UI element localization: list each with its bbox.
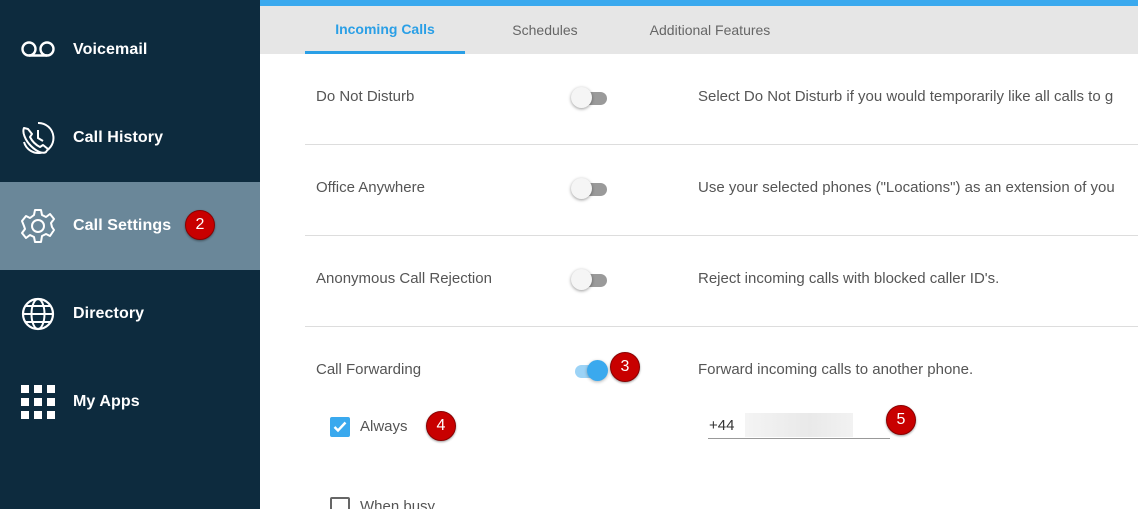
setting-description: Select Do Not Disturb if you would tempo… [698, 88, 1114, 105]
tab-additional-features[interactable]: Additional Features [630, 6, 790, 54]
setting-label: Anonymous Call Rejection [316, 270, 492, 287]
sidebar-item-directory[interactable]: Directory [0, 270, 260, 358]
always-checkbox[interactable] [330, 417, 350, 437]
sidebar-item-label: Voicemail [73, 41, 148, 58]
sidebar-item-my-apps[interactable]: My Apps [0, 358, 260, 446]
sidebar: Voicemail Call History Call Settings 2 D… [0, 0, 260, 509]
step-badge: 5 [886, 405, 916, 435]
setting-row-anonymous-call-rejection: Anonymous Call Rejection Reject incoming… [305, 236, 1138, 327]
call-history-icon [20, 120, 56, 156]
sidebar-item-label: Call Settings [73, 217, 172, 234]
voicemail-icon [20, 32, 56, 68]
forwarding-phone-input[interactable]: +44 [708, 410, 890, 439]
apps-grid-icon [20, 384, 56, 420]
setting-description: Reject incoming calls with blocked calle… [698, 270, 1000, 287]
setting-label: Call Forwarding [316, 361, 422, 378]
tab-incoming-calls[interactable]: Incoming Calls [305, 6, 465, 54]
setting-description: Use your selected phones ("Locations") a… [698, 179, 1115, 196]
setting-description: Forward incoming calls to another phone. [698, 361, 974, 378]
checkmark-icon [333, 421, 347, 433]
do-not-disturb-toggle[interactable] [571, 87, 607, 109]
call-forwarding-toggle[interactable] [571, 360, 608, 382]
tab-bar: Incoming Calls Schedules Additional Feat… [260, 6, 1138, 54]
anonymous-call-rejection-toggle[interactable] [571, 269, 607, 291]
sidebar-item-voicemail[interactable]: Voicemail [0, 6, 260, 94]
when-busy-checkbox[interactable] [330, 497, 350, 509]
sidebar-item-call-history[interactable]: Call History [0, 94, 260, 182]
setting-label: Office Anywhere [316, 179, 425, 196]
sidebar-item-label: Directory [73, 305, 145, 322]
setting-row-do-not-disturb: Do Not Disturb Select Do Not Disturb if … [305, 54, 1138, 145]
step-badge: 4 [426, 411, 456, 441]
globe-icon [20, 296, 56, 332]
step-badge: 2 [185, 210, 215, 240]
when-busy-label: When busy [360, 498, 436, 509]
sidebar-item-label: Call History [73, 129, 164, 146]
step-badge: 3 [610, 352, 640, 382]
redacted-number [745, 413, 853, 437]
sidebar-item-call-settings[interactable]: Call Settings 2 [0, 182, 260, 270]
setting-label: Do Not Disturb [316, 88, 415, 105]
phone-number-value: +44 [709, 417, 735, 434]
tab-schedules[interactable]: Schedules [475, 6, 615, 54]
office-anywhere-toggle[interactable] [571, 178, 607, 200]
always-label: Always [360, 418, 408, 435]
gear-icon [20, 208, 56, 244]
sidebar-item-label: My Apps [73, 393, 140, 410]
setting-row-office-anywhere: Office Anywhere Use your selected phones… [305, 145, 1138, 236]
